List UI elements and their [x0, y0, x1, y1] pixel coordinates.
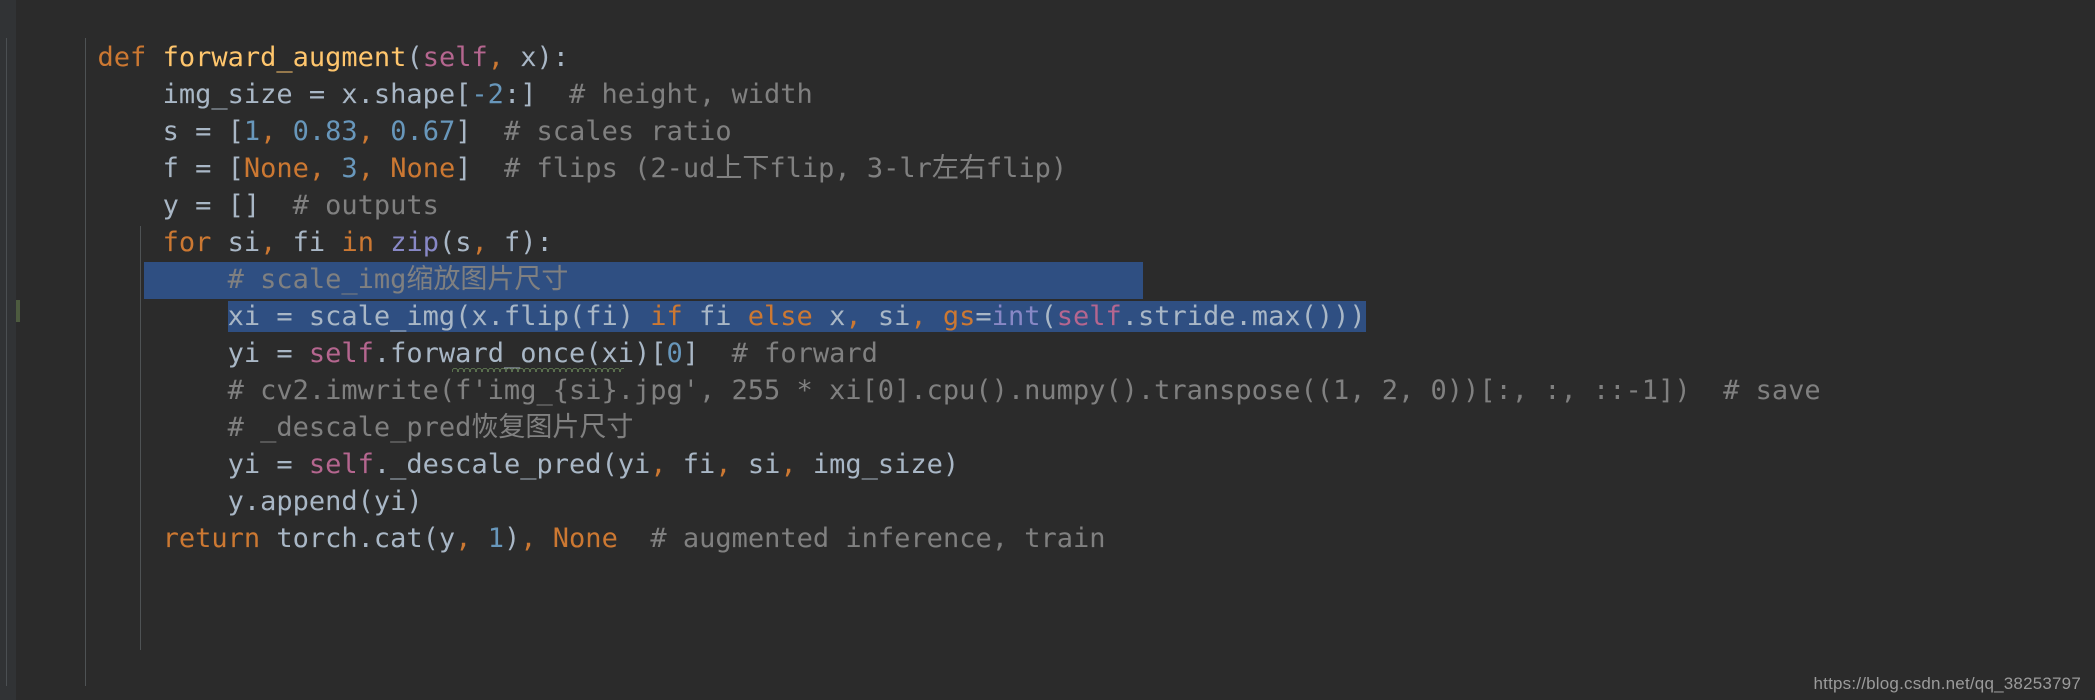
code-line[interactable]: # cv2.imwrite(f'img_{si}.jpg', 255 * xi[…	[0, 335, 2095, 406]
code-editor[interactable]: def forward_augment(self, x): img_size =…	[0, 0, 2095, 700]
code-line[interactable]: y.append(yi)	[0, 446, 2095, 517]
token-keyword: if	[650, 301, 683, 332]
token-builtin: int	[991, 301, 1041, 332]
code-area[interactable]: def forward_augment(self, x): img_size =…	[0, 0, 2095, 700]
token-self: self	[1056, 301, 1122, 332]
token-keyword: else	[747, 301, 813, 332]
code-line[interactable]: for si, fi in zip(s, f):	[0, 187, 2095, 258]
code-line-selected[interactable]: xi = scale_img(x.flip(fi) if fi else x, …	[0, 261, 2095, 332]
code-line[interactable]: def forward_augment(self, x):	[0, 2, 2095, 73]
code-line[interactable]: # scale_img缩放图片尺寸	[0, 224, 2095, 295]
code-line[interactable]: f = [None, 3, None] # flips (2-ud上下flip,…	[0, 113, 2095, 184]
code-line[interactable]: return torch.cat(y, 1), None # augmented…	[0, 483, 2095, 554]
code-line[interactable]: # _descale_pred恢复图片尺寸	[0, 372, 2095, 443]
token-keyword: return	[162, 523, 261, 554]
token-kwarg: gs	[942, 301, 976, 332]
token-none: None	[552, 523, 618, 554]
code-line[interactable]: img_size = x.shape[-2:] # height, width	[0, 39, 2095, 110]
code-line[interactable]: yi = self._descale_pred(yi, fi, si, img_…	[0, 409, 2095, 480]
spellcheck-squiggle	[452, 366, 624, 372]
watermark-text: https://blog.csdn.net/qq_38253797	[1813, 674, 2081, 693]
code-line[interactable]: s = [1, 0.83, 0.67] # scales ratio	[0, 76, 2095, 147]
code-line[interactable]: y = [] # outputs	[0, 150, 2095, 221]
token-comment: # augmented inference, train	[650, 523, 1106, 554]
